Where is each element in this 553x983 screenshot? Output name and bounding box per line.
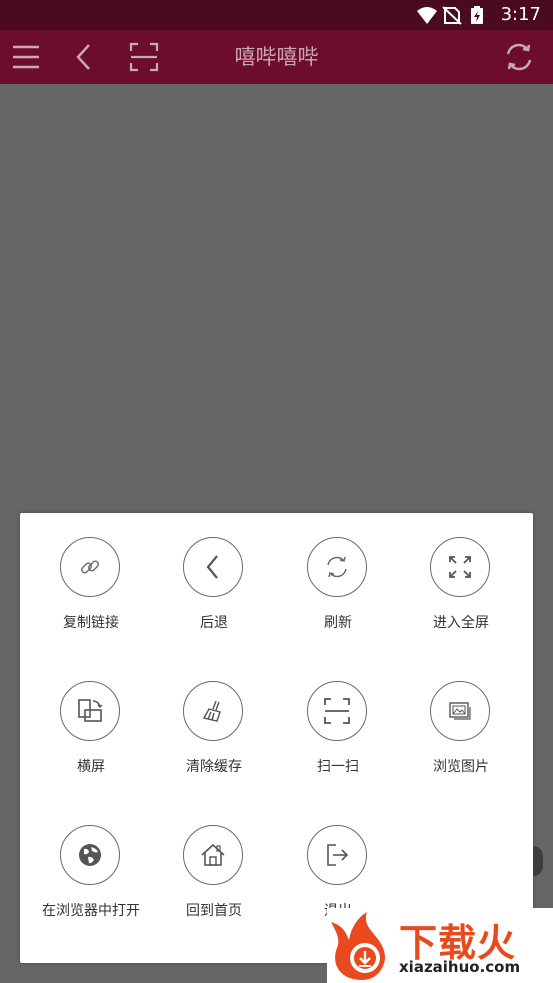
menu-icon [13,45,39,69]
image-icon [449,702,471,720]
status-icons [417,6,483,25]
menu-item-copy-link[interactable]: 复制链接 [29,513,153,643]
menu-item-label: 复制链接 [63,615,119,631]
refresh-icon [506,43,532,71]
menu-item-open-in-browser[interactable]: 在浏览器中打开 [29,801,153,931]
menu-item-label: 后退 [200,615,228,631]
fullscreen-icon [449,556,471,578]
menu-item-label: 刷新 [324,615,352,631]
menu-item-label: 进入全屏 [433,615,489,631]
menu-item-label: 扫一扫 [317,759,359,775]
back-arrow-icon [206,555,218,579]
scan-icon [324,698,350,724]
menu-item-label: 在浏览器中打开 [42,903,140,919]
back-button[interactable] [67,40,101,74]
scan-icon [129,42,159,72]
no-sim-icon [442,6,462,25]
menu-item-label: 浏览图片 [433,759,489,775]
menu-item-rotate[interactable]: 横屏 [29,657,153,787]
exit-icon [327,844,349,866]
menu-button[interactable] [9,40,43,74]
menu-item-home[interactable]: 回到首页 [152,801,276,931]
menu-item-label: 回到首页 [186,903,242,919]
floating-button-edge[interactable] [533,846,543,876]
menu-item-browse-images[interactable]: 浏览图片 [399,657,523,787]
wifi-icon [417,7,437,24]
home-icon [201,843,225,866]
back-icon [76,44,90,70]
menu-item-refresh[interactable]: 刷新 [276,513,400,643]
menu-panel: 复制链接 后退 刷新 进入全屏 横屏 清除缓存 扫一扫 浏览图片 在浏览器中打开… [20,513,533,963]
menu-item-fullscreen[interactable]: 进入全屏 [399,513,523,643]
menu-item-label: 清除缓存 [186,759,242,775]
watermark: 下载火 xiazaihuo.com [327,908,553,983]
broom-icon [202,700,221,722]
rotate-screen-icon [78,699,103,722]
status-bar: 3:17 [0,0,553,30]
watermark-url: xiazaihuo.com [399,958,521,976]
screen: 3:17 嘻哔嘻哔 复制链接 后退 刷新 进入全屏 横屏 清除缓存 扫一扫 浏览… [0,0,553,983]
status-time: 3:17 [500,4,541,25]
refresh-button[interactable] [502,40,536,74]
menu-item-scan[interactable]: 扫一扫 [276,657,400,787]
flame-logo-icon [331,912,385,980]
menu-item-back[interactable]: 后退 [152,513,276,643]
refresh-icon [327,556,347,578]
toolbar: 嘻哔嘻哔 [0,30,553,84]
menu-item-clear-cache[interactable]: 清除缓存 [152,657,276,787]
scan-button[interactable] [127,40,161,74]
menu-item-label: 横屏 [77,759,105,775]
globe-icon [79,844,101,866]
battery-charging-icon [471,6,483,24]
link-icon [81,560,99,574]
